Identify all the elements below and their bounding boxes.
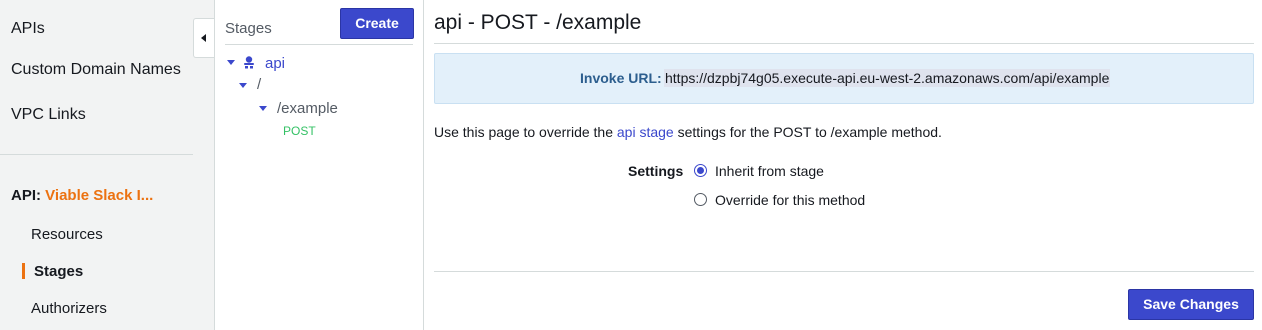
title-divider [434, 43, 1254, 44]
inherit-from-stage-label[interactable]: Inherit from stage [715, 163, 824, 179]
tree-method-post[interactable]: POST [283, 124, 316, 138]
override-method-radio[interactable] [694, 193, 707, 206]
nav-item-authorizers[interactable]: Authorizers [31, 300, 107, 317]
left-navigation: APIs Custom Domain Names VPC Links API: … [0, 0, 214, 330]
api-stage-link[interactable]: api stage [617, 124, 674, 140]
bottom-divider [434, 271, 1254, 272]
api-name-link[interactable]: Viable Slack I... [45, 187, 153, 204]
caret-down-icon[interactable] [227, 60, 235, 65]
override-method-label[interactable]: Override for this method [715, 192, 865, 208]
nav-item-stages[interactable]: Stages [34, 263, 83, 280]
save-changes-button[interactable]: Save Changes [1128, 289, 1254, 320]
settings-label: Settings [628, 163, 684, 179]
page-title: api - POST - /example [434, 11, 642, 34]
stages-divider [225, 44, 413, 45]
nav-item-resources[interactable]: Resources [31, 226, 103, 243]
description-text: Use this page to override the api stage … [434, 124, 942, 140]
description-suffix: settings for the POST to /example method… [673, 124, 942, 140]
api-prefix: API: [11, 187, 41, 204]
active-indicator [22, 263, 25, 279]
nav-link-custom-domain-names[interactable]: Custom Domain Names [11, 61, 181, 79]
stages-panel: Stages Create api / /example POST [214, 0, 424, 330]
caret-down-icon[interactable] [239, 83, 247, 88]
invoke-url-label: Invoke URL: [580, 70, 662, 86]
inherit-from-stage-radio[interactable] [694, 164, 707, 177]
nav-divider [0, 154, 193, 155]
tree-resource-root[interactable]: / [257, 76, 261, 93]
tree-stage-api[interactable]: api [265, 55, 285, 72]
caret-down-icon[interactable] [259, 106, 267, 111]
collapse-nav-button[interactable] [193, 18, 214, 58]
create-stage-button[interactable]: Create [340, 8, 414, 39]
stage-icon [244, 56, 254, 69]
api-heading: API: Viable Slack I... [11, 187, 153, 204]
tree-resource-example[interactable]: /example [277, 100, 338, 117]
invoke-url-value[interactable]: https://dzpbj74g05.execute-api.eu-west-2… [664, 69, 1111, 87]
stages-title: Stages [225, 20, 272, 37]
nav-link-vpc-links[interactable]: VPC Links [11, 106, 86, 124]
invoke-url-box: Invoke URL: https://dzpbj74g05.execute-a… [434, 53, 1254, 104]
caret-left-icon [201, 34, 206, 42]
description-prefix: Use this page to override the [434, 124, 617, 140]
nav-link-apis[interactable]: APIs [11, 20, 45, 38]
